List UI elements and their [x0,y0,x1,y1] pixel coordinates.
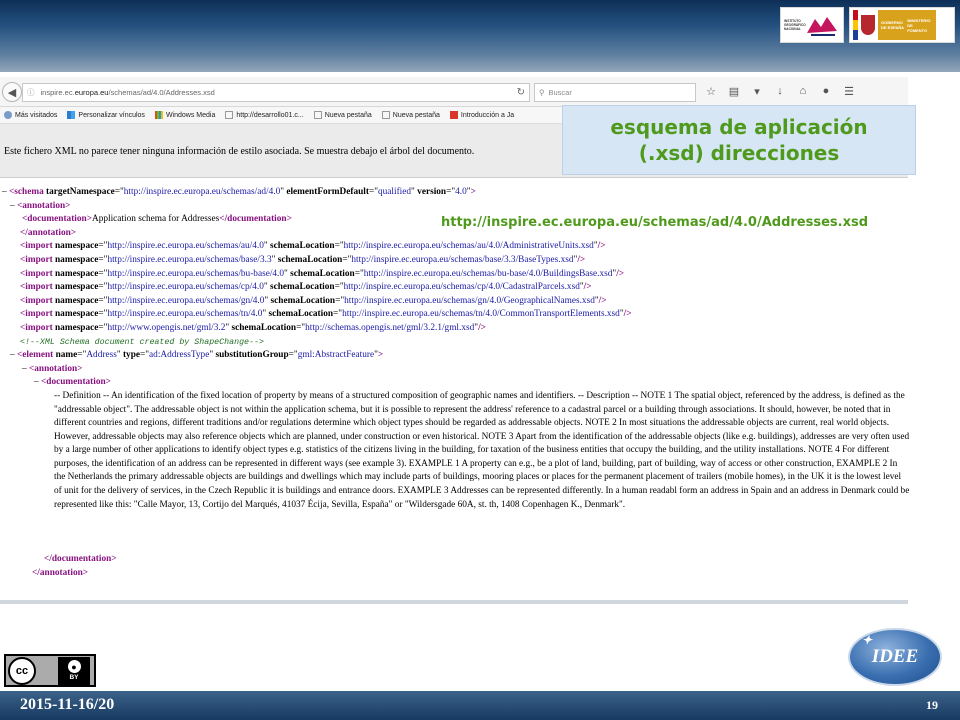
bookmark-item[interactable]: Nueva pestaña [313,111,372,119]
bookmark-item[interactable]: http://desarrollo01.c... [225,111,304,119]
callout-line-2: (.xsd) direcciones [638,141,840,165]
footer-bar [0,691,960,720]
xml-notice-text: Este fichero XML no parece tener ninguna… [4,146,475,157]
bookmark-item[interactable]: Windows Media [154,111,215,119]
collapse-toggle[interactable]: – [10,350,17,360]
menu-icon[interactable]: ☰ [843,85,855,98]
import-list: <import namespace="http://inspire.ec.eur… [0,240,908,335]
xml-line: </documentation> [44,553,117,564]
download-icon[interactable]: ↓ [774,85,786,98]
page-icon [313,111,322,119]
xml-import-line: <import namespace="http://inspire.ec.eur… [20,268,625,279]
back-icon[interactable]: ◀ [2,82,22,102]
license-label: BY [69,674,79,681]
idee-logo-text: IDEE [871,646,919,667]
xml-line: </annotation> [32,567,89,578]
by-icon: ● BY [58,656,90,685]
xml-import-line: <import namespace="http://inspire.ec.eur… [20,295,607,306]
coat-of-arms-icon [861,15,875,35]
gear-icon [4,111,12,119]
xml-line: – <element name="Address" type="ad:Addre… [10,350,384,361]
gov-text: GOBIERNO DE ESPAÑA [881,20,905,30]
reload-icon[interactable]: ↻ [517,87,525,98]
bookmark-item[interactable]: Introducción a Ja [449,111,514,119]
collapse-toggle[interactable]: – [2,187,9,197]
java-icon [449,111,458,119]
home-icon[interactable]: ⌂ [797,85,809,98]
xml-line: – <schema targetNamespace="http://inspir… [2,187,476,197]
page-icon [225,111,234,119]
xml-comment-line: <!--XML Schema document created by Shape… [20,337,264,347]
browser-bottom-edge [0,600,908,604]
ign-mark-icon [807,17,837,36]
xml-import-line: <import namespace="http://inspire.ec.eur… [20,241,606,252]
browser-toolbar: ☆ ▤ ▾ ↓ ⌂ ● ☰ [705,85,855,98]
star-icon[interactable]: ☆ [705,85,717,98]
bookmark-item[interactable]: Más visitados [4,111,57,119]
search-placeholder: Buscar [548,88,572,97]
search-field[interactable]: ⚲ Buscar [534,83,696,102]
cc-license-badge: cc ● BY [4,654,96,687]
xml-import-line: <import namespace="http://inspire.ec.eur… [20,254,586,265]
xml-doc-block: -- Definition -- An identification of th… [0,390,910,553]
callout-line-1: esquema de aplicación [610,115,868,139]
ign-logo: INSTITUTO GEOGRÁFICO NACIONAL [780,7,844,43]
flag-icon [853,10,858,40]
xml-line: – <annotation> [22,363,83,374]
footer-date: 2015-11-16/20 [20,696,115,713]
chat-icon[interactable]: ● [820,85,832,98]
windows-icon [67,111,76,119]
ministry-logo: GOBIERNO DE ESPAÑA MINISTERIO DE FOMENTO [849,7,955,43]
reading-list-icon[interactable]: ▤ [728,85,740,98]
search-icon: ⚲ [539,88,545,97]
idee-logo: ✦ IDEE [848,628,942,686]
collapse-toggle[interactable]: – [34,377,41,387]
address-field[interactable]: ⓘ inspire.ec.europa.eu/schemas/ad/4.0/Ad… [22,83,530,102]
collapse-toggle[interactable]: – [10,201,17,211]
callout-box: esquema de aplicación (.xsd) direcciones [562,105,916,175]
schema-url-caption: http://inspire.ec.europa.eu/schemas/ad/4… [441,215,868,230]
cc-icon: cc [8,656,36,685]
xml-import-line: <import namespace="http://inspire.ec.eur… [20,282,592,293]
info-icon: ⓘ [27,88,35,97]
star-icon: ✦ [862,633,873,647]
bookmark-item[interactable]: Personalizar vínculos [67,111,145,119]
pocket-icon[interactable]: ▾ [751,85,763,98]
address-documentation-text: -- Definition -- An identification of th… [54,390,910,510]
url-text: inspire.ec.europa.eu/schemas/ad/4.0/Addr… [40,88,215,97]
page-number: 19 [926,698,938,712]
institution-logos: INSTITUTO GEOGRÁFICO NACIONAL GOBIERNO D… [780,7,955,43]
xml-line: – <documentation> [34,377,111,388]
page-icon [381,111,390,119]
url-bar: ◀ ⓘ inspire.ec.europa.eu/schemas/ad/4.0/… [0,77,908,107]
xml-line: – <annotation> [10,200,71,211]
xml-import-line: <import namespace="http://www.opengis.ne… [20,322,486,333]
xml-import-line: <import namespace="http://inspire.ec.eur… [20,309,632,320]
person-icon: ● [67,660,81,673]
ministry-text: MINISTERIO DE FOMENTO [907,17,931,33]
windows-icon [154,111,163,119]
bookmark-item[interactable]: Nueva pestaña [381,111,440,119]
ign-logo-text: INSTITUTO GEOGRÁFICO NACIONAL [784,19,806,31]
xml-tree: – <schema targetNamespace="http://inspir… [0,186,910,580]
collapse-toggle[interactable]: – [22,364,29,374]
